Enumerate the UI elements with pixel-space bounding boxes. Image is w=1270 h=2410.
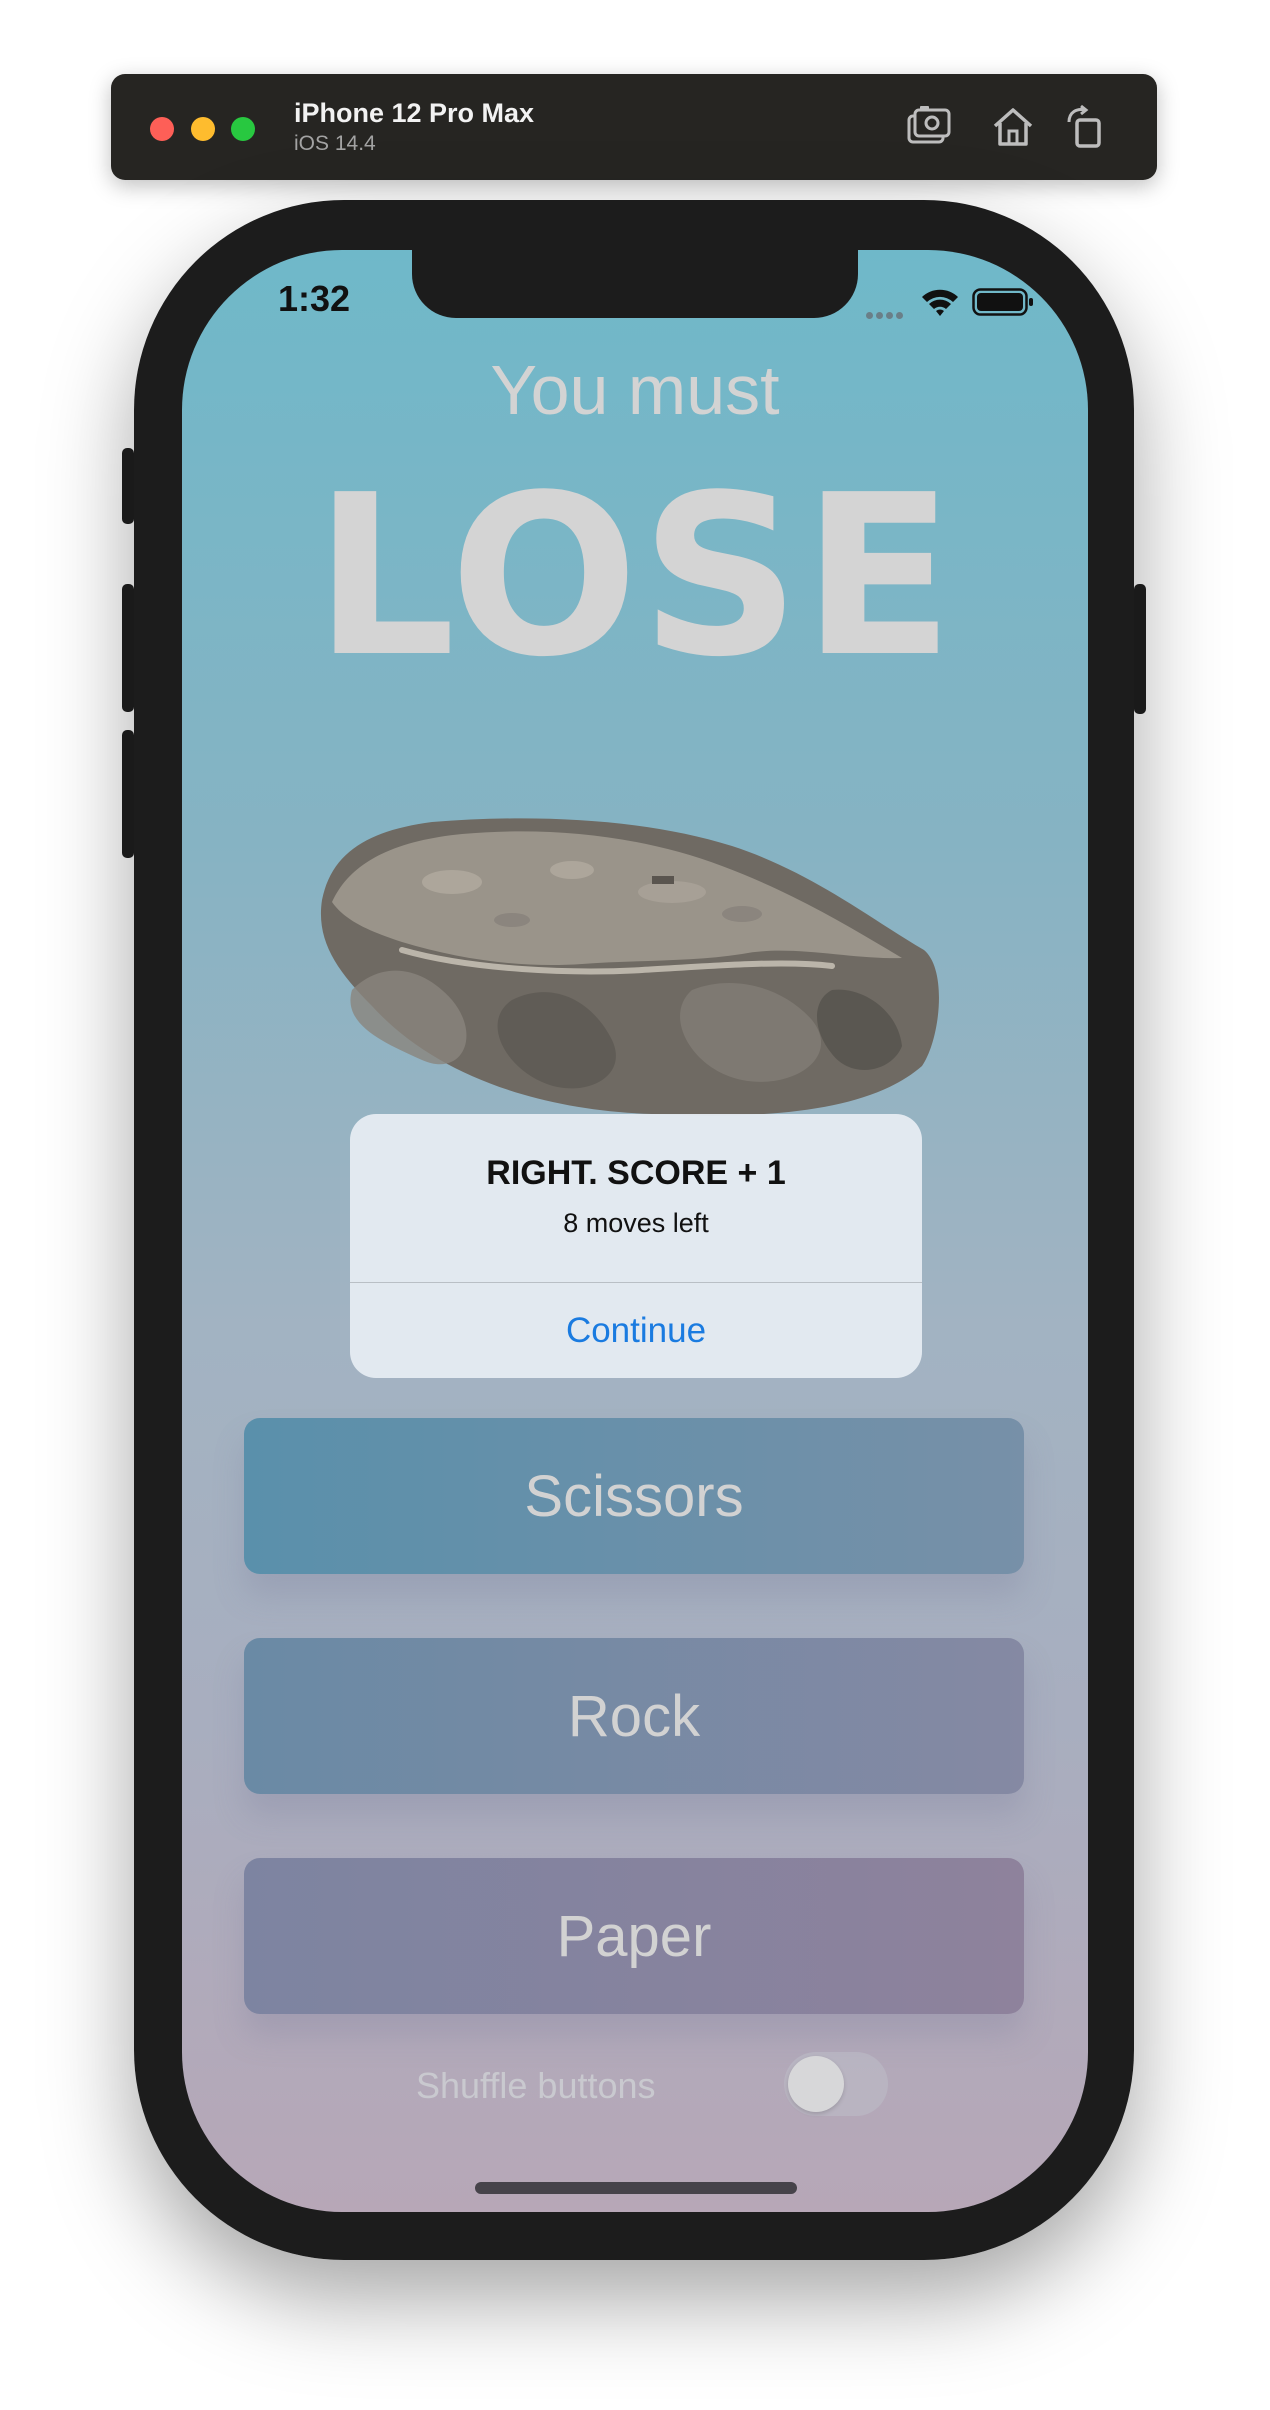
home-indicator[interactable]	[475, 2182, 797, 2194]
battery-icon	[972, 288, 1033, 316]
result-alert: RIGHT. SCORE + 1 8 moves left Continue	[350, 1114, 922, 1378]
target-outcome: LOSE	[314, 448, 956, 706]
side-power-button	[1134, 584, 1146, 714]
volume-down-button	[122, 730, 134, 858]
notch	[412, 250, 858, 318]
instruction-text: You must	[490, 351, 780, 429]
scissors-button[interactable]: Scissors	[244, 1418, 1024, 1574]
shuffle-buttons-label: Shuffle buttons	[416, 2065, 656, 2106]
cellular-signal-icon	[866, 306, 906, 324]
paper-button[interactable]: Paper	[244, 1858, 1024, 2014]
minimize-window-button[interactable]	[191, 117, 215, 141]
screenshot-icon[interactable]	[905, 104, 953, 150]
close-window-button[interactable]	[150, 117, 174, 141]
toggle-knob	[788, 2056, 844, 2112]
continue-button[interactable]: Continue	[350, 1283, 922, 1378]
alert-message: 8 moves left	[563, 1208, 709, 1238]
device-name: iPhone 12 Pro Max	[294, 98, 535, 128]
shuffle-toggle[interactable]	[784, 2052, 888, 2116]
home-icon[interactable]	[989, 104, 1037, 150]
rotate-icon[interactable]	[1063, 104, 1111, 150]
os-version: iOS 14.4	[294, 132, 376, 155]
wifi-icon	[922, 289, 958, 316]
rock-illustration	[320, 818, 939, 1116]
app-screen: 1:32 You must LOSE Scissors Rock Paper S…	[182, 250, 1088, 2212]
alert-title: RIGHT. SCORE + 1	[486, 1154, 786, 1192]
status-time: 1:32	[278, 278, 351, 319]
zoom-window-button[interactable]	[231, 117, 255, 141]
volume-up-button	[122, 584, 134, 712]
mute-switch	[122, 448, 134, 524]
rock-button[interactable]: Rock	[244, 1638, 1024, 1794]
